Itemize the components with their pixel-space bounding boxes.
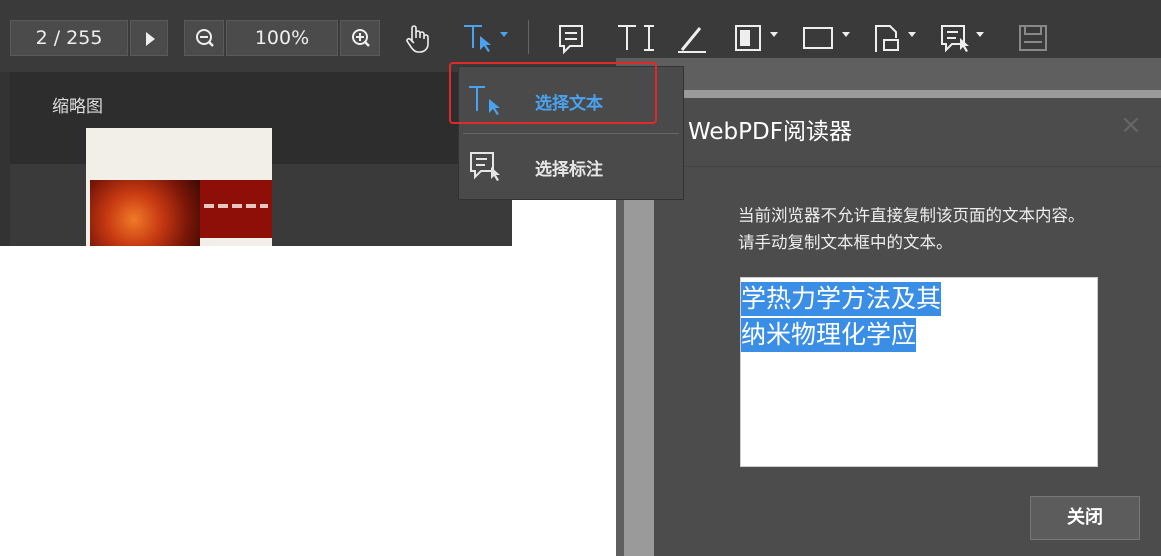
- pen-tool-button[interactable]: [672, 18, 716, 58]
- layout-icon: [735, 25, 778, 51]
- dialog-title: WebPDF阅读器: [688, 119, 852, 145]
- dialog-divider: [654, 166, 1161, 167]
- selected-text-line: 纳米物理化学应: [741, 318, 917, 352]
- close-icon[interactable]: ×: [1120, 110, 1142, 140]
- select-annotation-icon: [470, 152, 500, 181]
- copy-textarea[interactable]: 学热力学方法及其 纳米物理化学应: [740, 277, 1098, 467]
- cover-band: [200, 180, 272, 238]
- zoom-in-button[interactable]: [340, 20, 380, 56]
- page-thumbnail[interactable]: [86, 128, 272, 246]
- attachment-icon: [875, 25, 916, 52]
- thumbnail-panel-title: 缩略图: [52, 97, 103, 117]
- cover-image: [90, 180, 200, 246]
- hand-tool-button[interactable]: [396, 18, 440, 58]
- text-tool-icon: [618, 25, 654, 51]
- save-icon: [1019, 25, 1047, 51]
- comment-icon: [559, 25, 583, 55]
- save-button[interactable]: [1012, 18, 1056, 58]
- rectangle-icon: [803, 27, 850, 49]
- dialog-message: 当前浏览器不允许直接复制该页面的文本内容。请手动复制文本框中的文本。: [738, 206, 1085, 252]
- zoom-in-icon: [352, 29, 370, 47]
- next-page-button[interactable]: [130, 20, 168, 56]
- select-annotation-tool-button[interactable]: [936, 18, 984, 58]
- zoom-out-button[interactable]: [184, 20, 224, 56]
- document-area: [0, 246, 620, 556]
- pen-icon: [678, 27, 706, 53]
- attachment-tool-button[interactable]: [868, 18, 916, 58]
- hand-icon: [406, 25, 429, 53]
- panel-edge: [0, 72, 10, 246]
- toolbar-separator: [528, 20, 529, 54]
- zoom-out-icon: [196, 29, 214, 47]
- cover-text: [204, 204, 268, 208]
- zoom-level[interactable]: 100%: [226, 20, 338, 56]
- menu-separator: [463, 133, 679, 134]
- select-text-tool-button[interactable]: [458, 18, 508, 58]
- highlight-box: [449, 62, 657, 124]
- menu-item-label: 选择标注: [535, 160, 603, 180]
- comment-tool-button[interactable]: [552, 18, 596, 58]
- select-annotation-icon: [941, 25, 984, 53]
- page-indicator[interactable]: 2 / 255: [10, 20, 128, 56]
- selected-text-line: 学热力学方法及其: [741, 282, 942, 316]
- select-text-icon: [464, 25, 508, 52]
- next-page-icon: [146, 32, 155, 46]
- rectangle-tool-button[interactable]: [798, 18, 850, 58]
- layout-tool-button[interactable]: [730, 18, 778, 58]
- page-edge-top: [624, 90, 1161, 98]
- close-button[interactable]: 关闭: [1030, 496, 1140, 540]
- menu-item-select-annotation[interactable]: 选择标注: [459, 135, 683, 199]
- text-tool-button[interactable]: [614, 18, 658, 58]
